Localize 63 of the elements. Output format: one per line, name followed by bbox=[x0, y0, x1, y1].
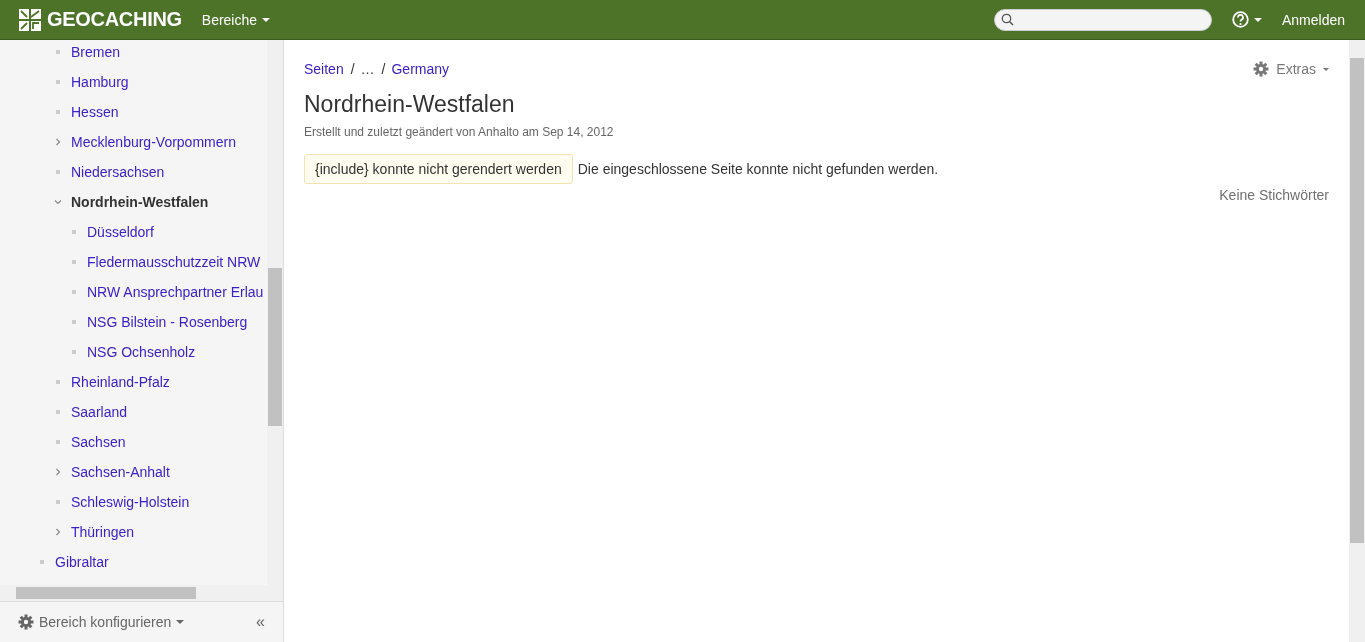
logo[interactable]: GEOCACHING bbox=[18, 7, 182, 32]
tree-link[interactable]: Bremen bbox=[71, 44, 121, 60]
bullet-icon bbox=[72, 350, 76, 354]
tree-link[interactable]: Rheinland-Pfalz bbox=[71, 374, 170, 390]
tree-link[interactable]: Gibraltar bbox=[55, 554, 109, 570]
help-menu[interactable] bbox=[1231, 11, 1262, 28]
configure-space-button[interactable]: Bereich konfigurieren bbox=[18, 614, 185, 630]
tree-link[interactable]: Hamburg bbox=[71, 74, 129, 90]
tree-link[interactable]: Schleswig-Holstein bbox=[71, 494, 190, 510]
labels-text: Keine Stichwörter bbox=[1219, 187, 1329, 203]
bullet-icon bbox=[56, 380, 60, 384]
bullet-icon bbox=[72, 230, 76, 234]
collapse-sidebar-button[interactable]: « bbox=[256, 613, 265, 631]
spaces-menu[interactable]: Bereiche bbox=[201, 11, 271, 28]
tree-link[interactable]: Düsseldorf bbox=[87, 224, 154, 240]
bullet-icon bbox=[72, 320, 76, 324]
gear-icon bbox=[1253, 61, 1270, 77]
bullet-icon bbox=[72, 290, 76, 294]
tree-link[interactable]: Nordrhein-Westfalen bbox=[71, 194, 209, 210]
chevron-right-icon[interactable] bbox=[54, 138, 62, 146]
tree-link[interactable]: Sachsen bbox=[71, 434, 126, 450]
gear-icon bbox=[18, 614, 34, 630]
help-icon bbox=[1231, 11, 1249, 28]
bullet-icon bbox=[56, 80, 60, 84]
bullet-icon bbox=[56, 500, 60, 504]
chevron-right-icon[interactable] bbox=[54, 468, 62, 476]
logo-icon bbox=[18, 7, 42, 32]
bullet-icon bbox=[56, 410, 60, 414]
search-field[interactable] bbox=[993, 8, 1212, 31]
tree-link[interactable]: NSG Ochsenholz bbox=[87, 344, 196, 360]
error-message: Die eingeschlossene Seite konnte nicht gefunden werden. bbox=[577, 161, 939, 177]
breadcrumb-link[interactable]: Seiten bbox=[304, 61, 344, 77]
error-label: {include} konnte nicht gerendert werden bbox=[304, 154, 573, 184]
bullet-icon bbox=[72, 260, 76, 264]
chevron-down-icon[interactable] bbox=[54, 198, 62, 206]
tree-link[interactable]: Saarland bbox=[71, 404, 128, 420]
tree-link[interactable]: Fledermausschutzzeit NRW bbox=[87, 254, 261, 270]
tree-link[interactable]: Hessen bbox=[71, 104, 119, 120]
bullet-icon bbox=[40, 560, 44, 564]
breadcrumb-separator: / bbox=[350, 61, 355, 77]
tree-link[interactable]: Mecklenburg-Vorpommern bbox=[71, 134, 236, 150]
breadcrumb-link[interactable]: Germany bbox=[391, 61, 450, 77]
scrollbar[interactable] bbox=[267, 40, 283, 585]
extras-menu[interactable]: Extras bbox=[1253, 61, 1329, 77]
page-scrollbar[interactable] bbox=[1349, 40, 1365, 642]
search-icon bbox=[1000, 13, 1014, 26]
breadcrumb-ellipsis[interactable]: … bbox=[360, 61, 375, 77]
page-title: Nordrhein-Westfalen bbox=[304, 91, 516, 118]
tree-link[interactable]: NRW Ansprechpartner Erlau bbox=[87, 284, 264, 300]
tree-link[interactable]: Thüringen bbox=[71, 524, 135, 540]
bullet-icon bbox=[56, 440, 60, 444]
tree-link[interactable]: Niedersachsen bbox=[71, 164, 165, 180]
horizontal-scrollbar[interactable] bbox=[0, 585, 283, 601]
tree-link[interactable]: Sachsen-Anhalt bbox=[71, 464, 170, 480]
chevron-right-icon[interactable] bbox=[54, 528, 62, 536]
logo-text: GEOCACHING bbox=[47, 8, 182, 31]
breadcrumb-separator: / bbox=[381, 61, 386, 77]
tree-link[interactable]: NSG Bilstein - Rosenberg bbox=[87, 314, 248, 330]
login-link[interactable]: Anmelden bbox=[1281, 11, 1345, 28]
bullet-icon bbox=[56, 110, 60, 114]
bullet-icon bbox=[56, 50, 60, 54]
bullet-icon bbox=[56, 170, 60, 174]
page-metadata: Erstellt und zuletzt geändert von Anhalto am Sep 14, 2012 bbox=[304, 125, 615, 139]
